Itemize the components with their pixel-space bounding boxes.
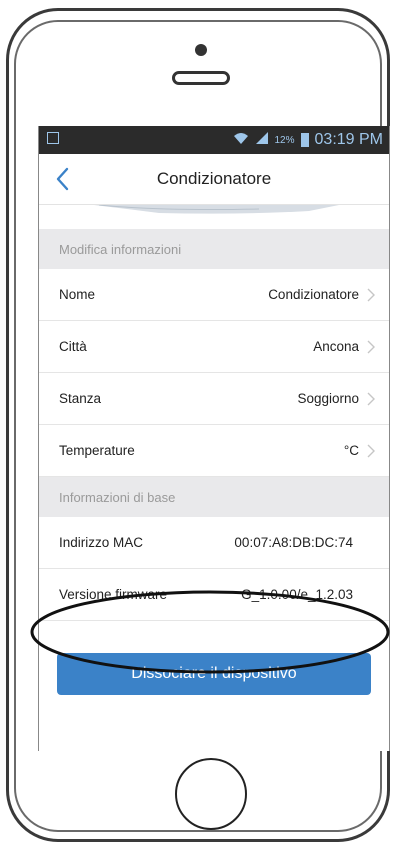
device-image	[39, 205, 389, 229]
nav-bar: Condizionatore	[39, 154, 389, 205]
signal-icon	[255, 131, 269, 149]
row-label: Indirizzo MAC	[59, 535, 144, 550]
chevron-right-icon	[367, 340, 375, 353]
earpiece-speaker	[172, 71, 230, 85]
row-value: °C	[343, 443, 359, 458]
chevron-right-icon	[367, 444, 375, 457]
row-room[interactable]: Stanza Soggiorno	[39, 373, 389, 425]
row-label: Nome	[59, 287, 96, 302]
section-header-basic: Informazioni di base	[39, 477, 389, 517]
gallery-notification-icon	[47, 132, 59, 144]
section-header-modify: Modifica informazioni	[39, 229, 389, 269]
row-firmware-version: Versione firmware G_1.0.00/e_1.2.03	[39, 569, 389, 621]
row-value: Condizionatore	[268, 287, 359, 302]
row-label: Stanza	[59, 391, 102, 406]
row-label: Versione firmware	[59, 587, 168, 602]
row-temperature[interactable]: Temperature °C	[39, 425, 389, 477]
status-time: 03:19 PM	[314, 131, 383, 148]
row-value: G_1.0.00/e_1.2.03	[241, 587, 353, 602]
status-bar: 12% 03:19 PM	[39, 126, 389, 154]
chevron-right-icon	[367, 392, 375, 405]
wifi-icon	[233, 131, 249, 149]
chevron-left-icon[interactable]	[53, 166, 73, 192]
battery-icon	[300, 133, 309, 147]
row-city[interactable]: Città Ancona	[39, 321, 389, 373]
page-title: Condizionatore	[156, 169, 272, 188]
row-mac-address: Indirizzo MAC 00:07:A8:DB:DC:74	[39, 517, 389, 569]
row-value: Ancona	[313, 339, 359, 354]
chevron-right-icon	[367, 288, 375, 301]
row-label: Città	[59, 339, 87, 354]
status-bar-right: 12% 03:19 PM	[233, 131, 383, 149]
row-value: 00:07:A8:DB:DC:74	[234, 535, 353, 550]
row-value: Soggiorno	[297, 391, 359, 406]
home-button[interactable]	[175, 758, 247, 830]
front-camera	[195, 44, 207, 56]
row-label: Temperature	[59, 443, 135, 458]
battery-percent: 12%	[274, 134, 295, 146]
app-screen: 12% 03:19 PM Condizionatore Modifica inf…	[38, 126, 390, 751]
row-name[interactable]: Nome Condizionatore	[39, 269, 389, 321]
dissociate-device-button[interactable]: Dissociare il dispositivo	[57, 653, 371, 695]
